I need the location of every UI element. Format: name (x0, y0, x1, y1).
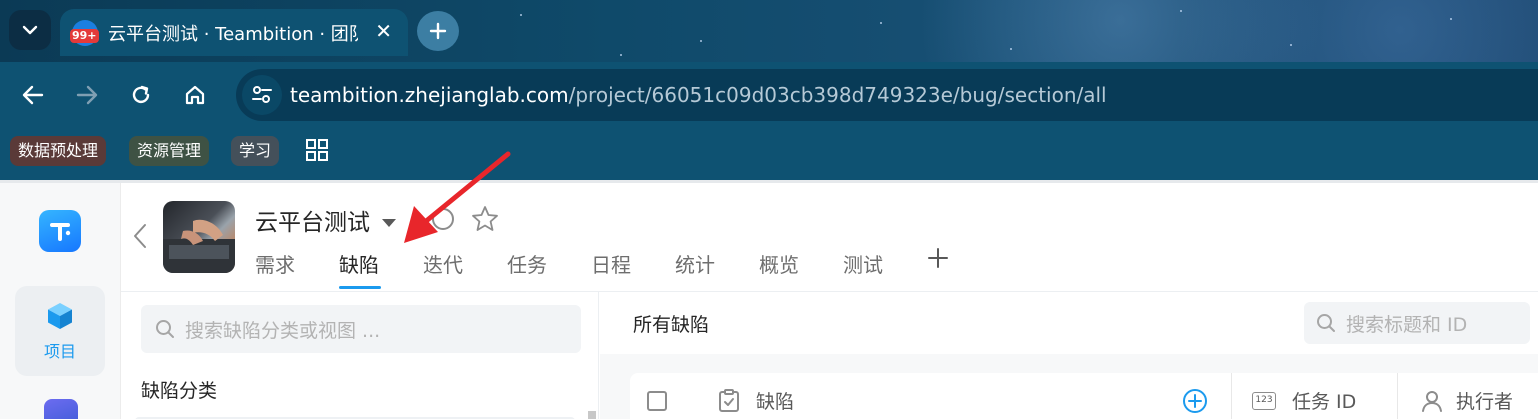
tab-close-button[interactable]: ✕ (375, 19, 392, 43)
plus-icon (429, 22, 447, 40)
star-icon (472, 206, 498, 231)
bug-search-input[interactable]: 搜索标题和 ID (1304, 302, 1530, 344)
background-star (1010, 48, 1012, 50)
category-search-input[interactable]: 搜索缺陷分类或视图 ... (141, 305, 581, 353)
arrow-right-icon (76, 85, 98, 105)
tab-title: 云平台测试 · Teambition · 团队 (108, 23, 358, 45)
background-star (620, 54, 622, 56)
add-app-tab-button[interactable] (927, 247, 949, 273)
bug-table-header: 缺陷 123 任务 ID 执行者 (630, 373, 1538, 419)
info-circle-icon (432, 208, 454, 230)
project-star-button[interactable] (471, 205, 499, 237)
global-nav-rail: 项目 (0, 183, 121, 419)
background-star (1180, 10, 1182, 12)
tab-iterations[interactable]: 迭代 (423, 249, 463, 278)
active-tab-indicator (339, 286, 381, 289)
url-host: teambition.zhejianglab.com (290, 83, 569, 107)
tab-search-button[interactable] (9, 10, 51, 50)
column-bug[interactable]: 缺陷 (718, 373, 794, 419)
notification-badge: 99+ (70, 28, 99, 43)
category-search-placeholder: 搜索缺陷分类或视图 ... (185, 319, 381, 342)
cube-icon (48, 303, 72, 329)
reload-button[interactable] (126, 80, 156, 110)
teambition-logo-icon[interactable] (39, 210, 81, 252)
chevron-down-icon (22, 25, 38, 35)
address-bar[interactable]: teambition.zhejianglab.com/project/66051… (236, 69, 1538, 121)
home-button[interactable] (180, 80, 210, 110)
background-star (1290, 44, 1292, 46)
project-switcher-caret[interactable] (381, 213, 397, 232)
rail-item-projects[interactable]: 项目 (15, 286, 105, 376)
reload-icon (132, 85, 150, 104)
new-tab-button[interactable] (417, 11, 459, 51)
id-number-icon: 123 (1252, 391, 1276, 410)
tab-testing[interactable]: 测试 (843, 249, 883, 278)
apps-grid-icon (306, 139, 328, 161)
site-info-button[interactable] (242, 75, 282, 115)
background-star (1450, 18, 1452, 20)
project-info-button[interactable] (431, 207, 455, 235)
home-icon (185, 85, 205, 105)
tab-tasks[interactable]: 任务 (507, 249, 547, 278)
chevron-left-icon (134, 224, 146, 248)
bug-list-title: 所有缺陷 (633, 314, 710, 336)
bug-search-placeholder: 搜索标题和 ID (1346, 313, 1468, 336)
column-assignee[interactable]: 执行者 (1420, 373, 1513, 419)
teambition-favicon-icon: 99+ (70, 19, 99, 46)
project-header: 云平台测试 需求 缺陷 迭代 任务 日程 统计 概览 测试 (121, 183, 1538, 292)
search-icon (156, 320, 174, 338)
bookmark-data-preprocessing[interactable]: 数据预处理 (10, 136, 107, 166)
project-cover-image (163, 201, 235, 273)
collapse-back-button[interactable] (133, 223, 147, 253)
bug-category-sidebar: 搜索缺陷分类或视图 ... 缺陷分类 (121, 292, 599, 419)
rail-item-projects-label: 项目 (43, 342, 76, 361)
tab-statistics[interactable]: 统计 (675, 249, 715, 278)
tab-schedule[interactable]: 日程 (591, 249, 631, 278)
bookmark-resource-management[interactable]: 资源管理 (129, 136, 210, 166)
forward-button[interactable] (72, 80, 102, 110)
user-icon (1422, 390, 1442, 412)
url-path: /project/66051c09d03cb398d749323e/bug/se… (568, 83, 1107, 107)
tab-overview[interactable]: 概览 (759, 249, 799, 278)
teambition-app: 项目 云平台测试 需求 缺陷 迭代 任务 日程 统计 概览 测试 搜索缺陷分类或… (0, 180, 1538, 419)
select-all-checkbox[interactable] (647, 373, 667, 419)
project-title[interactable]: 云平台测试 (255, 203, 370, 237)
column-bug-label: 缺陷 (756, 391, 795, 413)
bug-list-header: 所有缺陷 搜索标题和 ID (600, 292, 1538, 354)
add-bug-button[interactable] (1182, 373, 1208, 419)
browser-tab-active[interactable]: 99+ 云平台测试 · Teambition · 团队 ✕ (60, 9, 408, 56)
bookmark-study[interactable]: 学习 (231, 136, 280, 166)
bookmarks-bar: 数据预处理 资源管理 学习 (0, 128, 1538, 180)
url-text[interactable]: teambition.zhejianglab.com/project/66051… (290, 83, 1107, 107)
column-divider (1397, 373, 1398, 419)
rail-item-app-icon[interactable] (44, 399, 78, 419)
plus-icon (928, 248, 948, 268)
search-icon (1317, 314, 1335, 332)
sidebar-scrollbar[interactable] (588, 411, 596, 419)
browser-toolbar: teambition.zhejianglab.com/project/66051… (0, 62, 1538, 128)
browser-tab-strip: 99+ 云平台测试 · Teambition · 团队 ✕ (0, 0, 1538, 62)
tab-requirements[interactable]: 需求 (255, 249, 295, 278)
column-assignee-label: 执行者 (1456, 391, 1514, 413)
category-section-title: 缺陷分类 (141, 380, 218, 402)
background-star (880, 22, 882, 24)
column-divider (1231, 373, 1232, 419)
bug-list-main: 所有缺陷 搜索标题和 ID 缺陷 123 任务 ID 执行者 (600, 292, 1538, 419)
clipboard-check-icon (719, 388, 739, 412)
tune-icon (252, 86, 272, 103)
caret-down-icon (382, 219, 396, 227)
checkbox[interactable] (647, 390, 667, 411)
apps-grid-button[interactable] (305, 138, 331, 164)
laptop-typing-image (163, 219, 235, 273)
column-task-id-label: 任务 ID (1292, 391, 1357, 413)
background-star (520, 14, 522, 16)
tab-bugs[interactable]: 缺陷 (339, 249, 379, 278)
teambition-t-icon (50, 223, 71, 241)
plus-circle-icon (1183, 388, 1207, 413)
column-task-id[interactable]: 123 任务 ID (1252, 373, 1356, 419)
background-star (700, 40, 702, 42)
arrow-left-icon (22, 85, 44, 105)
back-button[interactable] (18, 80, 48, 110)
